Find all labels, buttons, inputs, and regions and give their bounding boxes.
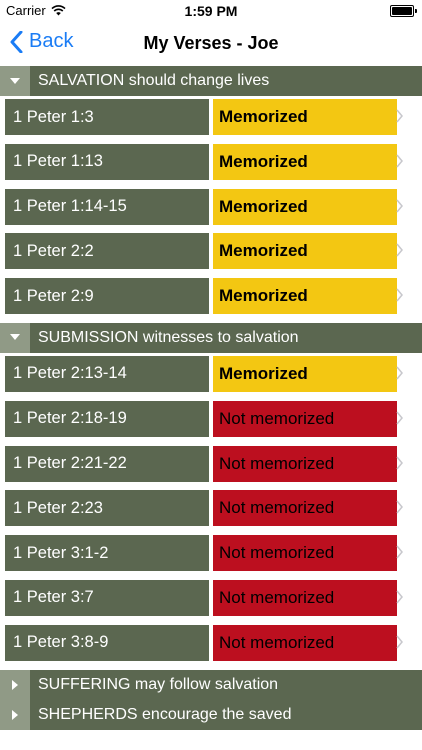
verse-reference[interactable]: 1 Peter 3:1-2 (5, 535, 209, 572)
triangle-down-icon (10, 77, 20, 84)
section-title: SUFFERING may follow salvation (38, 675, 279, 693)
verse-row[interactable]: 1 Peter 2:18-19 Not memorized (0, 400, 422, 437)
memorization-status[interactable]: Memorized (213, 278, 397, 315)
verse-row[interactable]: 1 Peter 2:13-14 Memorized (0, 355, 422, 392)
status-bar: Carrier 1:59 PM (0, 0, 422, 22)
triangle-right-icon (11, 679, 18, 690)
section-toggle[interactable] (0, 66, 30, 96)
memorization-status[interactable]: Memorized (213, 188, 397, 225)
verse-reference[interactable]: 1 Peter 3:8-9 (5, 624, 209, 661)
verse-reference[interactable]: 1 Peter 2:18-19 (5, 400, 209, 437)
chevron-right-icon (396, 456, 403, 470)
verse-reference[interactable]: 1 Peter 1:13 (5, 143, 209, 180)
page-title: My Verses - Joe (143, 33, 279, 53)
memorization-status[interactable]: Memorized (213, 355, 397, 392)
section-header-shepherds[interactable]: SHEPHERDS encourage the saved (0, 699, 422, 730)
section-toggle[interactable] (0, 699, 30, 730)
section-header-suffering[interactable]: SUFFERING may follow salvation (0, 669, 422, 700)
chevron-right-icon (396, 635, 403, 649)
memorization-status[interactable]: Not memorized (213, 579, 397, 616)
chevron-right-icon (396, 109, 403, 123)
battery-icon (390, 5, 417, 17)
memorization-status[interactable]: Memorized (213, 233, 397, 270)
verse-row[interactable]: 1 Peter 3:1-2 Not memorized (0, 535, 422, 572)
triangle-down-icon (10, 334, 20, 341)
verse-row[interactable]: 1 Peter 2:2 Memorized (0, 233, 422, 270)
verse-row[interactable]: 1 Peter 1:13 Memorized (0, 143, 422, 180)
section-title: SALVATION should change lives (38, 72, 270, 89)
chevron-right-icon (396, 199, 403, 213)
verse-list: SALVATION should change lives 1 Peter 1:… (0, 66, 422, 733)
verse-reference[interactable]: 1 Peter 2:23 (5, 490, 209, 527)
section-toggle[interactable] (0, 669, 30, 700)
triangle-right-icon (11, 709, 18, 720)
verse-reference[interactable]: 1 Peter 2:2 (5, 233, 209, 270)
chevron-right-icon (396, 500, 403, 514)
verse-row[interactable]: 1 Peter 2:23 Not memorized (0, 490, 422, 527)
section-title: SUBMISSION witnesses to salvation (38, 328, 299, 346)
verse-row[interactable]: 1 Peter 3:8-9 Not memorized (0, 624, 422, 661)
memorization-status[interactable]: Memorized (213, 99, 397, 135)
verse-row[interactable]: 1 Peter 1:3 Memorized (0, 99, 422, 135)
verse-row[interactable]: 1 Peter 1:14-15 Memorized (0, 188, 422, 225)
section-toggle[interactable] (0, 322, 30, 353)
memorization-status[interactable]: Not memorized (213, 445, 397, 482)
section-title: SHEPHERDS encourage the saved (38, 705, 292, 723)
verse-row[interactable]: 1 Peter 2:21-22 Not memorized (0, 445, 422, 482)
section-header-submission[interactable]: SUBMISSION witnesses to salvation (0, 322, 422, 353)
verse-reference[interactable]: 1 Peter 2:13-14 (5, 355, 209, 392)
verse-reference[interactable]: 1 Peter 2:21-22 (5, 445, 209, 482)
section-header-salvation[interactable]: SALVATION should change lives (0, 66, 422, 96)
memorization-status[interactable]: Memorized (213, 143, 397, 180)
chevron-right-icon (396, 411, 403, 425)
verse-reference[interactable]: 1 Peter 3:7 (5, 579, 209, 616)
memorization-status[interactable]: Not memorized (213, 535, 397, 572)
memorization-status[interactable]: Not memorized (213, 490, 397, 527)
memorization-status[interactable]: Not memorized (213, 624, 397, 661)
chevron-right-icon (396, 154, 403, 168)
verse-row[interactable]: 1 Peter 3:7 Not memorized (0, 579, 422, 616)
chevron-right-icon (396, 288, 403, 302)
memorization-status[interactable]: Not memorized (213, 400, 397, 437)
chevron-right-icon (396, 366, 403, 380)
verse-reference[interactable]: 1 Peter 1:3 (5, 99, 209, 135)
chevron-right-icon (396, 243, 403, 257)
verse-reference[interactable]: 1 Peter 2:9 (5, 278, 209, 315)
verse-row[interactable]: 1 Peter 2:9 Memorized (0, 278, 422, 315)
navigation-bar: Back My Verses - Joe (0, 22, 422, 66)
chevron-right-icon (396, 545, 403, 559)
verse-reference[interactable]: 1 Peter 1:14-15 (5, 188, 209, 225)
status-time: 1:59 PM (184, 3, 238, 19)
chevron-right-icon (396, 590, 403, 604)
